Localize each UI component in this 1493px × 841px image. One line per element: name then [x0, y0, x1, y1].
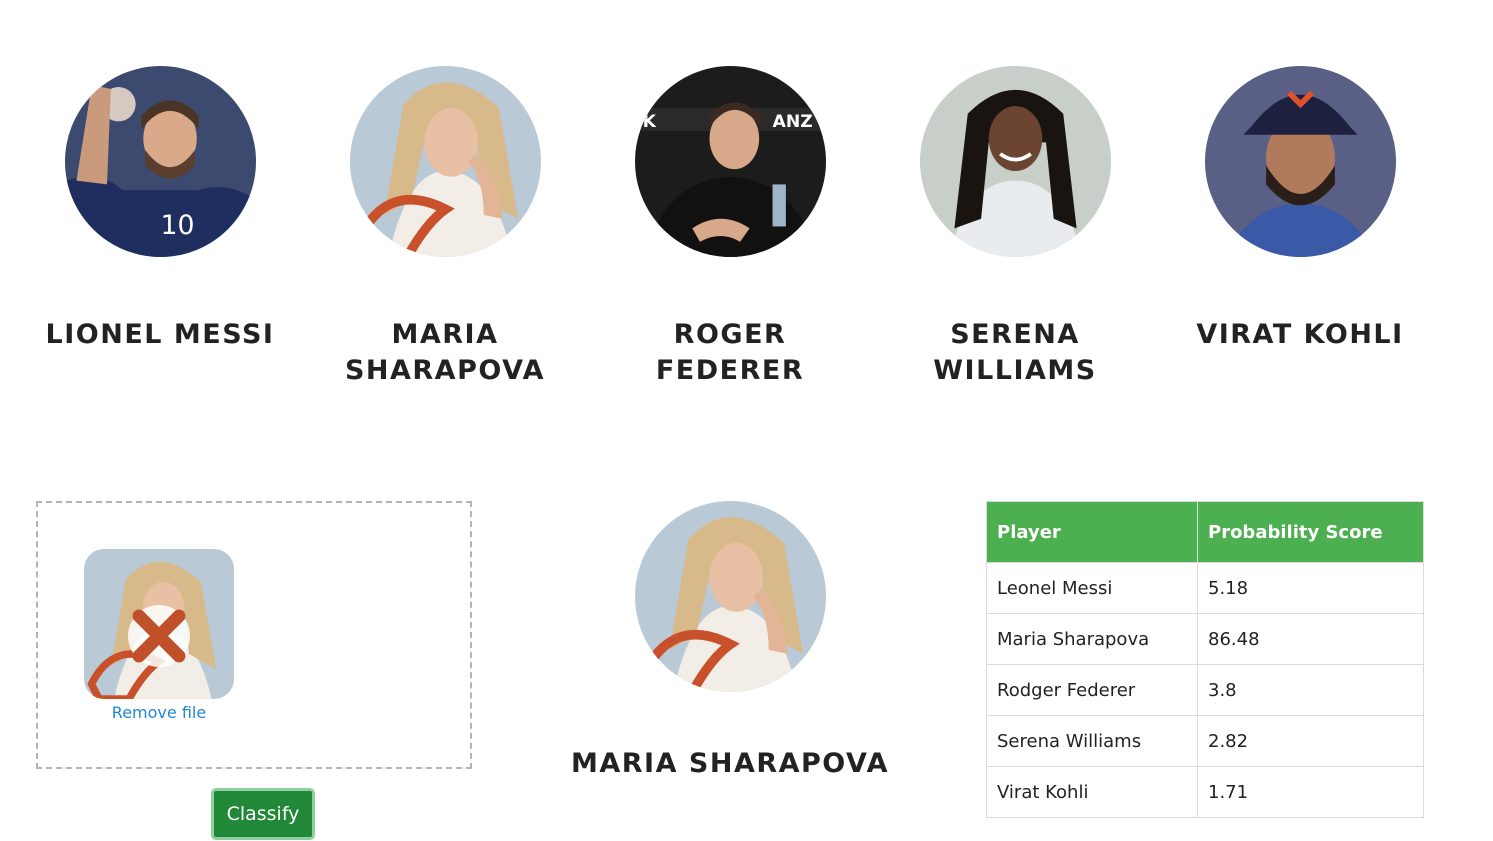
player-cell: Virat Kohli	[986, 766, 1198, 818]
player-card-federer: K ANZ ROGER FEDERER	[610, 66, 850, 389]
kohli-photo	[1204, 66, 1396, 257]
table-row: Maria Sharapova 86.48	[986, 613, 1424, 665]
column-header-player: Player	[986, 501, 1198, 563]
table-row: Rodger Federer 3.8	[986, 664, 1424, 716]
player-cell: Serena Williams	[986, 715, 1198, 767]
svg-text:10: 10	[160, 210, 194, 241]
table-row: Leonel Messi 5.18	[986, 562, 1424, 614]
table-header-row: Player Probability Score	[986, 501, 1424, 563]
probability-table: Player Probability Score Leonel Messi 5.…	[986, 501, 1424, 818]
uploaded-image-thumbnail	[84, 549, 234, 699]
score-cell: 1.71	[1197, 766, 1424, 818]
score-cell: 5.18	[1197, 562, 1424, 614]
classify-button[interactable]: Classify	[211, 788, 315, 840]
result-player-name: MARIA SHARAPOVA	[571, 748, 889, 779]
messi-photo: 10	[64, 66, 256, 257]
table-row: Virat Kohli 1.71	[986, 766, 1424, 818]
player-card-kohli: VIRAT KOHLI	[1180, 66, 1420, 353]
table-row: Serena Williams 2.82	[986, 715, 1424, 767]
svg-text:ANZ: ANZ	[772, 112, 812, 132]
column-header-probability: Probability Score	[1197, 501, 1424, 563]
player-name: VIRAT KOHLI	[1196, 319, 1404, 350]
result-photo	[635, 501, 826, 692]
score-cell: 2.82	[1197, 715, 1424, 767]
sharapova-photo	[349, 66, 541, 257]
score-cell: 86.48	[1197, 613, 1424, 665]
score-cell: 3.8	[1197, 664, 1424, 716]
remove-file-link[interactable]: Remove file	[84, 703, 234, 722]
svg-text:K: K	[642, 112, 656, 132]
player-cell: Maria Sharapova	[986, 613, 1198, 665]
player-cell: Leonel Messi	[986, 562, 1198, 614]
player-card-messi: 10 LIONEL MESSI	[40, 66, 280, 353]
player-card-williams: SERENA WILLIAMS	[895, 66, 1135, 389]
player-name: LIONEL MESSI	[45, 319, 275, 350]
player-card-sharapova: MARIA SHARAPOVA	[325, 66, 565, 389]
close-icon[interactable]	[128, 605, 190, 667]
player-name: ROGER FEDERER	[655, 319, 805, 386]
player-name: MARIA SHARAPOVA	[344, 319, 546, 386]
williams-photo	[919, 66, 1111, 257]
file-dropzone[interactable]: Remove file	[36, 501, 472, 769]
player-name: SERENA WILLIAMS	[933, 319, 1097, 386]
federer-photo: K ANZ	[634, 66, 826, 257]
player-cell: Rodger Federer	[986, 664, 1198, 716]
